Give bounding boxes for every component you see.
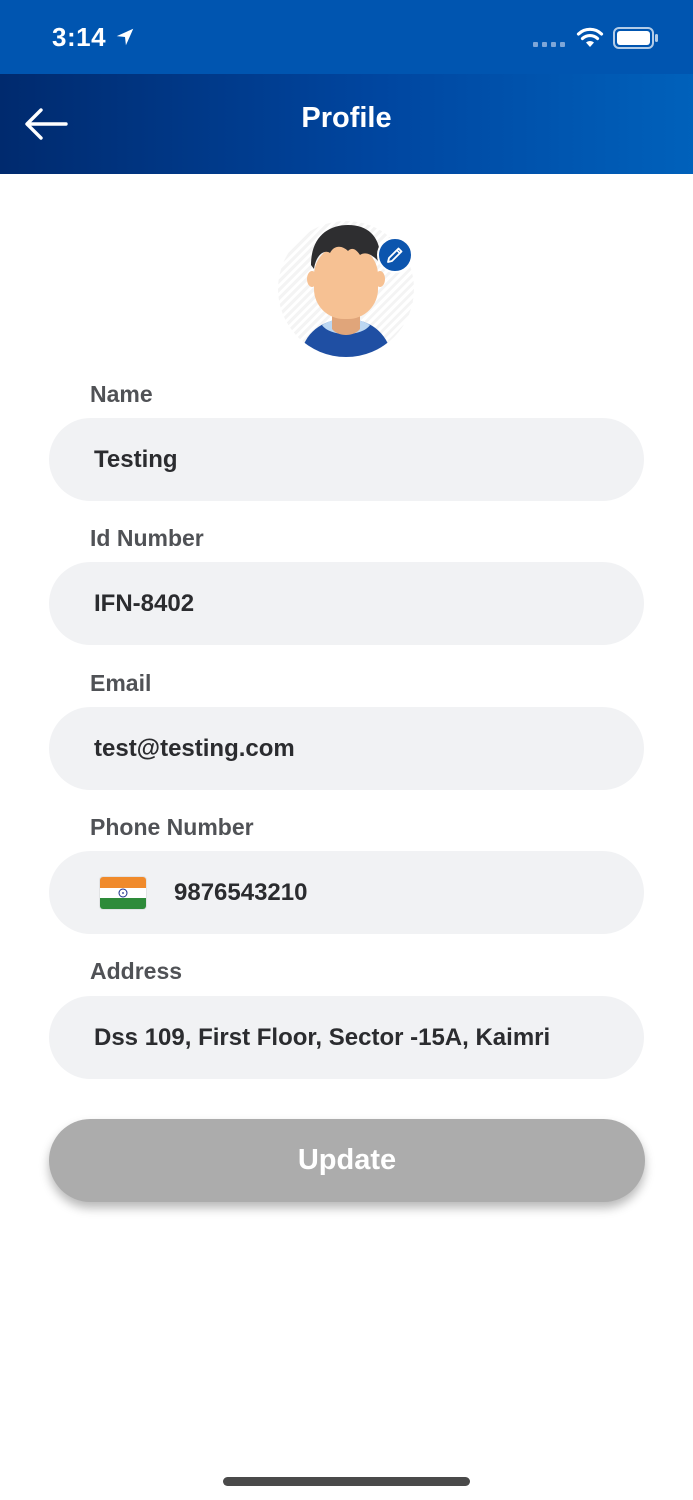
update-button[interactable]: Update [49, 1119, 645, 1202]
phone-label: Phone Number [90, 814, 254, 840]
page-title: Profile [301, 102, 392, 134]
cellular-signal-icon [533, 42, 565, 47]
address-label: Address [90, 958, 183, 984]
id-number-value: IFN-8402 [94, 589, 195, 617]
location-arrow-icon [116, 28, 134, 46]
email-field[interactable]: test@testing.com [49, 707, 644, 790]
battery-icon [613, 27, 658, 49]
avatar-section [278, 221, 416, 359]
home-indicator [223, 1477, 470, 1486]
phone-value: 9876543210 [174, 878, 308, 906]
pencil-icon [387, 247, 403, 263]
name-label: Name [90, 381, 153, 407]
id-number-field[interactable]: IFN-8402 [49, 562, 644, 645]
status-bar: 3:14 [0, 0, 693, 74]
name-value: Testing [94, 445, 178, 473]
india-flag-icon[interactable] [100, 876, 146, 909]
wifi-icon [576, 27, 604, 47]
id-number-label: Id Number [90, 525, 204, 551]
app-header: Profile [0, 74, 693, 174]
name-field[interactable]: Testing [49, 418, 644, 501]
address-field[interactable]: Dss 109, First Floor, Sector -15A, Kaimr… [49, 996, 644, 1079]
status-time: 3:14 [52, 22, 107, 52]
email-value: test@testing.com [94, 734, 295, 762]
phone-field[interactable]: 9876543210 [49, 851, 644, 934]
edit-avatar-button[interactable] [377, 237, 413, 273]
address-value: Dss 109, First Floor, Sector -15A, Kaimr… [94, 1023, 551, 1051]
email-label: Email [90, 670, 152, 696]
